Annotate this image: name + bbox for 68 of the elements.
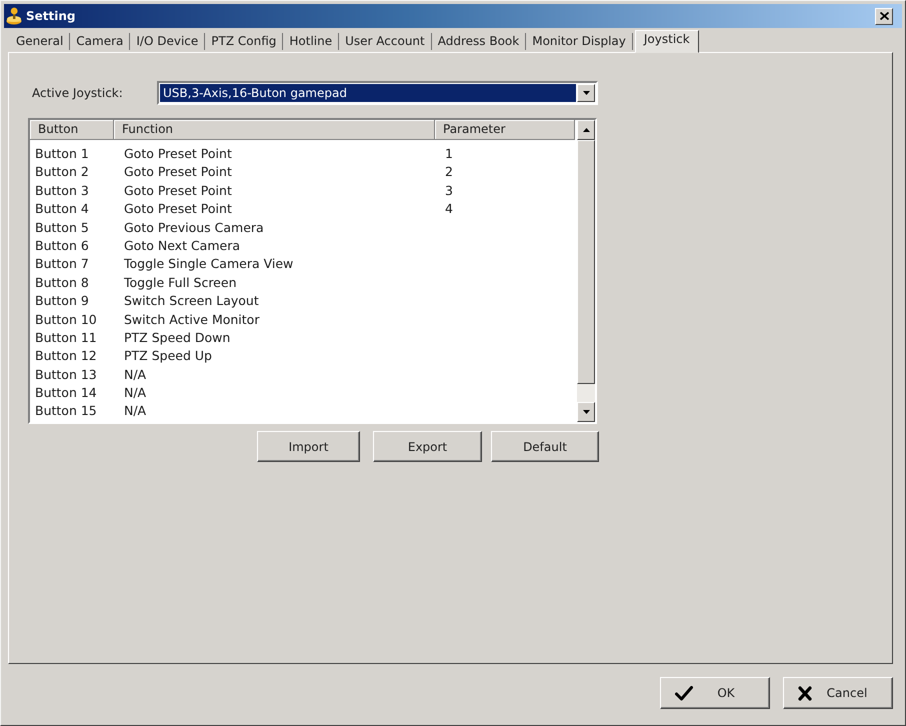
dropdown-value[interactable]: USB,3-Axis,16-Buton gamepad <box>160 84 576 102</box>
table-cell-text: Button 10 <box>34 310 98 329</box>
table-cell-text: Button 9 <box>34 292 90 310</box>
table-cell-text: N/A <box>123 384 148 402</box>
field-label: Active Joystick: <box>32 86 124 100</box>
table-cell-text: Switch Active Monitor <box>123 310 260 329</box>
window-title: Setting <box>26 9 76 23</box>
table-cell-text: Button 4 <box>34 200 90 218</box>
table-cell-text: 4 <box>444 200 454 218</box>
scroll-down-button[interactable] <box>577 402 595 422</box>
default-button[interactable]: Default <box>491 431 599 462</box>
close-icon <box>880 12 888 20</box>
close-icon <box>798 686 812 700</box>
joystick-icon <box>6 7 22 25</box>
table-cell-text: Button 14 <box>34 384 98 402</box>
table-cell-text: PTZ Speed Up <box>123 347 213 366</box>
tab[interactable]: Camera <box>70 33 130 50</box>
table-cell-text: Toggle Full Screen <box>123 274 238 292</box>
table-cell-text: 3 <box>444 182 454 200</box>
tab[interactable]: PTZ Config <box>205 33 284 50</box>
caret-icon <box>582 410 590 414</box>
tab[interactable]: Address Book <box>432 33 526 50</box>
table-cell-text: Button 1 <box>34 145 90 163</box>
ok-button[interactable]: OK <box>660 677 770 709</box>
export-button[interactable]: Export <box>373 431 482 462</box>
table-cell-text: N/A <box>123 402 148 420</box>
table-cell-text: Button 11 <box>34 328 98 347</box>
scroll-up-button[interactable] <box>577 120 595 140</box>
dropdown-button[interactable] <box>577 84 595 102</box>
tab[interactable]: General <box>10 33 70 50</box>
import-button[interactable]: Import <box>257 431 360 462</box>
scrollbar[interactable] <box>577 120 595 422</box>
table-cell-text: N/A <box>123 366 148 384</box>
table-cell-text: Goto Preset Point <box>123 182 233 200</box>
table-cell-text: Button 7 <box>34 255 90 274</box>
column-header[interactable]: Button <box>30 120 114 140</box>
table-cell-text: Button 5 <box>34 218 90 237</box>
table-cell-text: Button 6 <box>34 236 90 255</box>
table-cell-text: 2 <box>444 163 454 182</box>
table-cell-text: PTZ Speed Down <box>123 328 232 347</box>
tab[interactable]: Joystick <box>634 30 699 53</box>
caret-icon <box>582 91 590 95</box>
close-button[interactable] <box>875 8 893 24</box>
table-cell-text: Goto Next Camera <box>123 236 242 255</box>
table-cell-text: Button 15 <box>34 402 98 420</box>
tab[interactable]: User Account <box>339 33 432 50</box>
table-cell-text: Goto Preset Point <box>123 200 233 218</box>
cancel-button[interactable]: Cancel <box>783 677 893 709</box>
table-cell-text: Toggle Single Camera View <box>123 255 294 274</box>
table-cell-text: Button 2 <box>34 163 90 182</box>
scrollbar-thumb[interactable] <box>577 140 595 384</box>
table-cell-text: Button 8 <box>34 274 90 292</box>
joystick-dropdown[interactable]: USB,3-Axis,16-Buton gamepad <box>157 81 598 105</box>
table-cell-text: Button 13 <box>34 366 98 384</box>
table-cell-text: Button 3 <box>34 182 90 200</box>
caret-icon <box>582 128 590 132</box>
checkmark-icon <box>675 686 693 700</box>
table-cell-text: Goto Previous Camera <box>123 218 265 237</box>
tab[interactable]: Hotline <box>283 33 340 50</box>
column-header[interactable]: Function <box>114 120 435 140</box>
table-cell-text: Button 12 <box>34 347 98 366</box>
tab[interactable]: I/O Device <box>130 33 206 50</box>
table-cell-text: Goto Preset Point <box>123 145 233 163</box>
tab[interactable]: Monitor Display <box>526 33 633 50</box>
table-cell-text: Switch Screen Layout <box>123 292 260 310</box>
table-cell-text: 1 <box>444 145 454 163</box>
column-header[interactable]: Parameter <box>435 120 575 140</box>
table-cell-text: Goto Preset Point <box>123 163 233 182</box>
